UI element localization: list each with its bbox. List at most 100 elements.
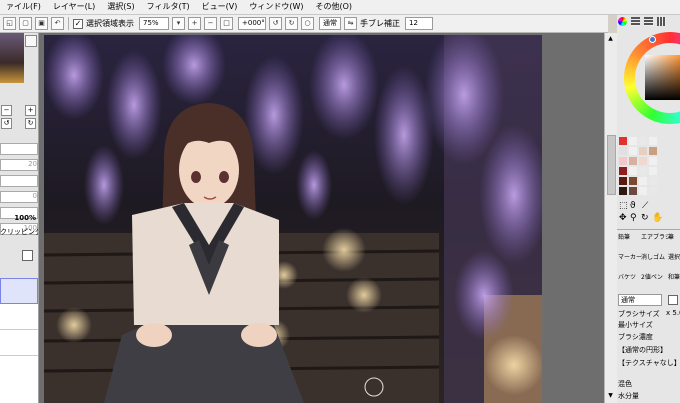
property-field-3[interactable] [0, 175, 38, 187]
tool-airbrush[interactable]: エアブラシ [641, 232, 671, 241]
menu-filter[interactable]: フィルタ(T) [141, 0, 196, 14]
brush-shape-select[interactable]: 【通常の円形】 [618, 345, 667, 355]
color-swatch[interactable] [649, 147, 657, 155]
navigator-thumbnail[interactable] [0, 33, 24, 83]
stabilizer-select[interactable]: 12 [405, 17, 433, 30]
color-swatch[interactable] [639, 187, 647, 195]
color-swatch[interactable] [629, 137, 637, 145]
color-swatch[interactable] [639, 167, 647, 175]
new-layer-button[interactable] [22, 250, 33, 261]
color-swatch[interactable] [639, 177, 647, 185]
color-swatch[interactable] [639, 137, 647, 145]
color-swatch[interactable] [629, 147, 637, 155]
zoom-dropdown-button[interactable]: ▾ [172, 17, 185, 30]
rotation-field[interactable]: +000° [238, 17, 266, 30]
tool-wafude[interactable]: 和筆 [668, 272, 680, 281]
blend-mode-select[interactable]: 通常 [319, 17, 341, 30]
color-swatch[interactable] [639, 147, 647, 155]
brush-size-value[interactable]: x 5.0 [666, 309, 680, 317]
layer-item-selected[interactable] [0, 278, 38, 304]
brush-settings: 通常 ブラシサイズ x 5.0 最小サイズ ブラシ濃度 【通常の円形】 【テクス… [617, 294, 680, 403]
color-slider-tab[interactable] [631, 17, 640, 26]
canvas-vertical-scrollbar[interactable]: ▲ ▼ [604, 33, 617, 403]
color-swatch[interactable] [619, 147, 627, 155]
property-field-1[interactable] [0, 143, 38, 155]
color-swatch[interactable] [619, 187, 627, 195]
rotate-right-button[interactable]: ↻ [285, 17, 298, 30]
color-mode-tabs [617, 16, 680, 28]
tool-marker[interactable]: マーカー [618, 252, 642, 261]
color-swatch[interactable] [629, 157, 637, 165]
clipping-label[interactable]: クリッピング [0, 227, 38, 237]
lasso-icon[interactable]: ϑ [630, 201, 636, 211]
nav-zoom-out-button[interactable]: − [1, 105, 12, 116]
rotate-reset-button[interactable]: ○ [301, 17, 314, 30]
tool-binary-pen[interactable]: 2値ペン [641, 272, 663, 281]
select-all-button[interactable]: ◱ [3, 17, 16, 30]
tool-eraser[interactable]: 消しゴム [641, 252, 665, 261]
color-swatch[interactable] [639, 157, 647, 165]
menu-file[interactable]: ァイル(F) [0, 0, 47, 14]
tool-bucket[interactable]: バケツ [618, 272, 636, 281]
color-swatch[interactable] [619, 177, 627, 185]
color-swatch[interactable] [649, 177, 657, 185]
scroll-thumb[interactable] [607, 135, 616, 195]
deselect-button[interactable]: ▢ [19, 17, 32, 30]
color-swatch[interactable] [629, 167, 637, 175]
menu-view[interactable]: ビュー(V) [196, 0, 244, 14]
menu-other[interactable]: その他(O) [309, 0, 358, 14]
tool-brush[interactable]: 筆 [668, 232, 674, 241]
layer-item[interactable] [0, 304, 38, 330]
brush-preset-button[interactable] [668, 295, 678, 305]
zoom-field[interactable]: 75% [139, 17, 169, 30]
magic-wand-icon[interactable]: ⟋ [642, 201, 648, 211]
invert-selection-button[interactable]: ▣ [35, 17, 48, 30]
tool-pencil[interactable]: 鉛筆 [618, 232, 630, 241]
color-swatch[interactable] [649, 167, 657, 175]
flip-button[interactable]: ⇋ [344, 17, 357, 30]
canvas-area[interactable] [39, 33, 604, 403]
nav-rotate-right-button[interactable]: ↻ [25, 118, 36, 129]
right-panel: ⬚ ϑ ⟋ ✥ ⚲ ↻ ✋ 鉛筆 エアブラシ 筆 マーカー 消しゴム 選択 バケ… [617, 15, 680, 403]
menu-window[interactable]: ウィンドウ(W) [243, 0, 309, 14]
show-selection-checkbox[interactable]: ✓ [73, 18, 83, 29]
zoom-in-button[interactable]: + [188, 17, 201, 30]
tool-select-pen[interactable]: 選択 [668, 252, 680, 261]
nav-zoom-in-button[interactable]: + [25, 105, 36, 116]
color-rgb-tab[interactable] [644, 17, 653, 26]
color-swatch[interactable] [629, 187, 637, 195]
rotate-icon[interactable]: ↻ [641, 213, 649, 223]
rotate-left-button[interactable]: ↺ [269, 17, 282, 30]
scroll-up-button[interactable]: ▲ [606, 34, 615, 43]
color-wheel-tab[interactable] [618, 17, 627, 26]
brush-texture-select[interactable]: 【テクスチャなし】 [618, 358, 680, 368]
zoom-out-button[interactable]: − [204, 17, 217, 30]
brush-blend-mode-select[interactable]: 通常 [618, 294, 662, 306]
menu-select[interactable]: 選択(S) [101, 0, 140, 14]
saturation-value-square[interactable] [645, 55, 680, 100]
color-swatch[interactable] [619, 167, 627, 175]
color-swatch[interactable] [619, 137, 627, 145]
color-swatch[interactable] [649, 157, 657, 165]
layer-item[interactable] [0, 330, 38, 356]
color-swatch[interactable] [649, 137, 657, 145]
color-swatch[interactable] [629, 177, 637, 185]
menu-layer[interactable]: レイヤー(L) [47, 0, 101, 14]
zoom-icon[interactable]: ⚲ [630, 213, 637, 223]
move-icon[interactable]: ✥ [619, 213, 627, 223]
color-swatch[interactable] [619, 157, 627, 165]
nav-rotate-left-button[interactable]: ↺ [1, 118, 12, 129]
artwork-image[interactable] [44, 35, 542, 403]
opacity-value[interactable]: 100% [0, 214, 36, 224]
property-field-2[interactable]: 20 [0, 159, 38, 171]
color-swatch[interactable] [649, 187, 657, 195]
zoom-reset-button[interactable]: □ [220, 17, 233, 30]
navigator-zoom-button[interactable] [25, 35, 37, 47]
property-field-4[interactable]: 0 [0, 191, 38, 203]
scroll-down-button[interactable]: ▼ [606, 391, 615, 400]
undo-button[interactable]: ↶ [51, 17, 64, 30]
hue-cursor[interactable] [649, 36, 656, 43]
color-swatch-tab[interactable] [657, 17, 666, 26]
hand-icon[interactable]: ✋ [652, 213, 663, 223]
rect-select-icon[interactable]: ⬚ [619, 201, 628, 211]
